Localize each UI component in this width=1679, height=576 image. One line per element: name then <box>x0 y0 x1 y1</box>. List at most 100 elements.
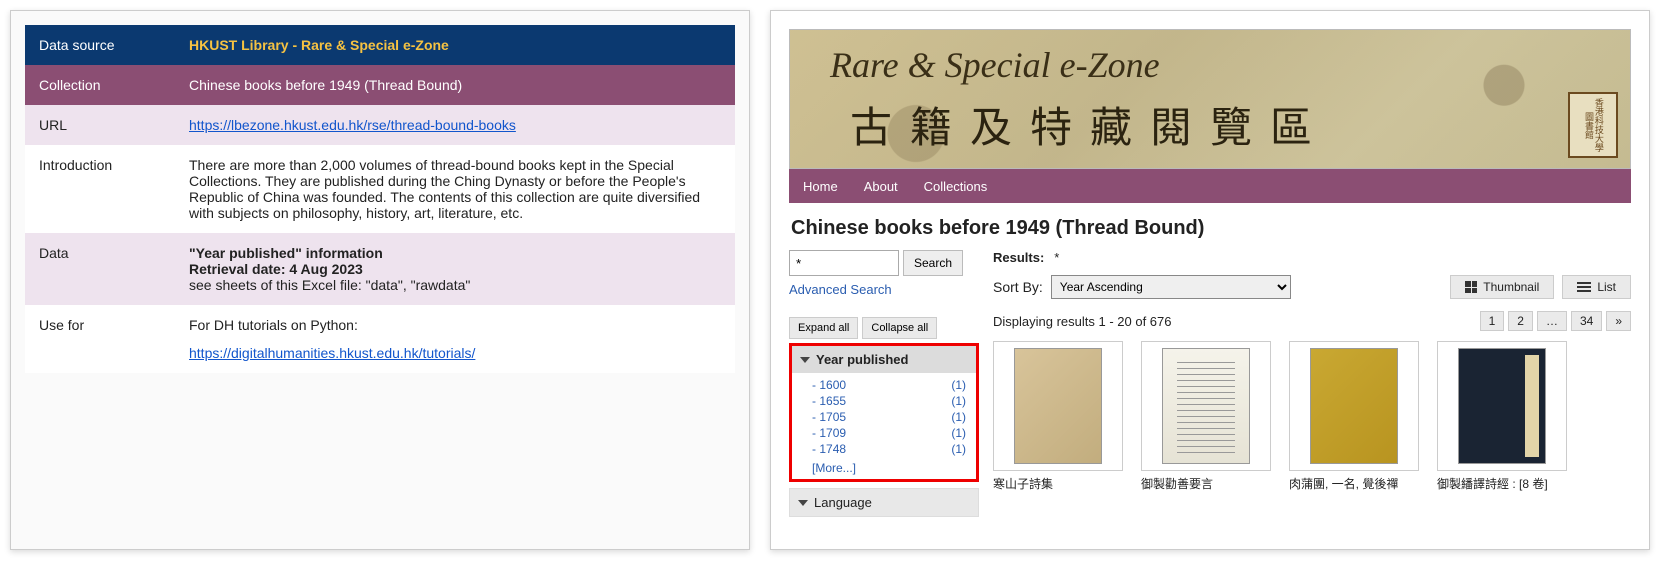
view-list-button[interactable]: List <box>1562 275 1631 299</box>
book-cover-icon <box>1162 348 1250 464</box>
facet-year-value: 1748 <box>812 442 846 456</box>
label-url: URL <box>25 105 175 145</box>
facet-year-count: (1) <box>951 378 966 392</box>
search-button[interactable]: Search <box>903 250 963 276</box>
use-for-text: For DH tutorials on Python: <box>189 317 721 333</box>
thumbnail-image <box>1437 341 1567 471</box>
collapse-all-button[interactable]: Collapse all <box>862 317 937 339</box>
tutorials-link[interactable]: https://digitalhumanities.hkust.edu.hk/t… <box>189 345 475 361</box>
thumbnail-image <box>1289 341 1419 471</box>
results-label: Results: <box>993 250 1044 265</box>
thumbnail-card[interactable]: 寒山子詩集 <box>993 341 1123 492</box>
row-url: URL https://lbezone.hkust.edu.hk/rse/thr… <box>25 105 735 145</box>
value-collection: Chinese books before 1949 (Thread Bound) <box>175 65 735 105</box>
value-data: "Year published" information Retrieval d… <box>175 233 735 305</box>
label-use-for: Use for <box>25 305 175 373</box>
results-area: Results: * Sort By: Year Ascending Thumb… <box>993 250 1631 517</box>
facet-year-header[interactable]: Year published <box>792 346 976 373</box>
facet-year-item[interactable]: 1600 (1) <box>812 377 966 393</box>
search-input[interactable] <box>789 250 899 276</box>
book-cover-icon <box>1014 348 1102 464</box>
value-use-for: For DH tutorials on Python: https://digi… <box>175 305 735 373</box>
view-thumbnail-label: Thumbnail <box>1483 280 1539 294</box>
facet-sidebar: Search Advanced Search Expand all Collap… <box>789 250 979 517</box>
facet-year-item[interactable]: 1709 (1) <box>812 425 966 441</box>
book-cover-icon <box>1310 348 1398 464</box>
row-data-source: Data source HKUST Library - Rare & Speci… <box>25 25 735 65</box>
expand-all-button[interactable]: Expand all <box>789 317 858 339</box>
row-use-for: Use for For DH tutorials on Python: http… <box>25 305 735 373</box>
view-thumbnail-button[interactable]: Thumbnail <box>1450 275 1554 299</box>
data-line2: Retrieval date: 4 Aug 2023 <box>189 261 721 277</box>
facet-year-value: 1705 <box>812 410 846 424</box>
row-data: Data "Year published" information Retrie… <box>25 233 735 305</box>
year-published-facet-highlight: Year published 1600(1)1655(1)1705(1)1709… <box>789 343 979 482</box>
banner-title-en: Rare & Special e-Zone <box>830 44 1160 86</box>
nav-collections[interactable]: Collections <box>924 179 988 194</box>
facet-year-count: (1) <box>951 426 966 440</box>
advanced-search-link[interactable]: Advanced Search <box>789 282 979 297</box>
value-data-source: HKUST Library - Rare & Special e-Zone <box>175 25 735 65</box>
facet-year-more[interactable]: [More...] <box>792 459 976 475</box>
facet-year-item[interactable]: 1705 (1) <box>812 409 966 425</box>
thumbnail-image <box>993 341 1123 471</box>
facet-language-header[interactable]: Language <box>789 488 979 517</box>
facet-year-value: 1600 <box>812 378 846 392</box>
label-data-source: Data source <box>25 25 175 65</box>
main-nav: Home About Collections <box>789 169 1631 203</box>
page-title: Chinese books before 1949 (Thread Bound) <box>791 217 1631 240</box>
page-button[interactable]: 1 <box>1480 311 1505 331</box>
page-button[interactable]: » <box>1606 311 1631 331</box>
label-collection: Collection <box>25 65 175 105</box>
thumbnail-image <box>1141 341 1271 471</box>
library-stamp-icon: 香港科技大學圖書館 <box>1568 92 1618 158</box>
label-data: Data <box>25 233 175 305</box>
grid-icon <box>1465 281 1477 293</box>
facet-year-item[interactable]: 1748 (1) <box>812 441 966 457</box>
list-icon <box>1577 282 1591 292</box>
thumbnail-grid: 寒山子詩集 御製勸善要言 肉蒲團, 一名, 覺後禪 御製繙譯詩經 : [8 卷] <box>993 341 1631 492</box>
thumbnail-card[interactable]: 御製繙譯詩經 : [8 卷] <box>1437 341 1567 492</box>
info-table-panel: Data source HKUST Library - Rare & Speci… <box>10 10 750 550</box>
site-banner: Rare & Special e-Zone 古籍及特藏閱覽區 香港科技大學圖書館 <box>789 29 1631 169</box>
chevron-down-icon <box>800 357 810 363</box>
page-button[interactable]: 2 <box>1508 311 1533 331</box>
facet-year-item[interactable]: 1655 (1) <box>812 393 966 409</box>
facet-year-count: (1) <box>951 442 966 456</box>
facet-year-count: (1) <box>951 394 966 408</box>
nav-about[interactable]: About <box>864 179 898 194</box>
sort-select[interactable]: Year Ascending <box>1051 275 1291 299</box>
page-button[interactable]: 34 <box>1571 311 1602 331</box>
pagination: 12…34» <box>1480 311 1631 331</box>
view-list-label: List <box>1597 280 1616 294</box>
page-button[interactable]: … <box>1537 311 1567 331</box>
facet-year-label: Year published <box>816 352 908 367</box>
displaying-text: Displaying results 1 - 20 of 676 <box>993 314 1171 329</box>
facet-year-body: 1600 (1) 1655 (1) 1705 (1) 1709 (1) 1748 (1) <box>792 373 976 459</box>
facet-year-count: (1) <box>951 410 966 424</box>
label-introduction: Introduction <box>25 145 175 233</box>
url-link[interactable]: https://lbezone.hkust.edu.hk/rse/thread-… <box>189 117 516 133</box>
data-line3: see sheets of this Excel file: "data", "… <box>189 277 721 293</box>
chevron-down-icon <box>798 500 808 506</box>
value-introduction: There are more than 2,000 volumes of thr… <box>175 145 735 233</box>
banner-title-zh: 古籍及特藏閱覽區 <box>850 94 1330 155</box>
info-table: Data source HKUST Library - Rare & Speci… <box>25 25 735 373</box>
results-query: * <box>1054 250 1059 265</box>
thumbnail-title: 肉蒲團, 一名, 覺後禪 <box>1289 475 1419 492</box>
thumbnail-card[interactable]: 御製勸善要言 <box>1141 341 1271 492</box>
data-line1: "Year published" information <box>189 245 721 261</box>
thumbnail-title: 寒山子詩集 <box>993 475 1123 492</box>
facet-year-value: 1709 <box>812 426 846 440</box>
thumbnail-title: 御製繙譯詩經 : [8 卷] <box>1437 475 1567 492</box>
facet-year-value: 1655 <box>812 394 846 408</box>
row-introduction: Introduction There are more than 2,000 v… <box>25 145 735 233</box>
website-screenshot-panel: Rare & Special e-Zone 古籍及特藏閱覽區 香港科技大學圖書館… <box>770 10 1650 550</box>
facet-language-label: Language <box>814 495 872 510</box>
book-cover-icon <box>1458 348 1546 464</box>
sort-label: Sort By: <box>993 279 1043 295</box>
nav-home[interactable]: Home <box>803 179 838 194</box>
row-collection: Collection Chinese books before 1949 (Th… <box>25 65 735 105</box>
thumbnail-card[interactable]: 肉蒲團, 一名, 覺後禪 <box>1289 341 1419 492</box>
thumbnail-title: 御製勸善要言 <box>1141 475 1271 492</box>
